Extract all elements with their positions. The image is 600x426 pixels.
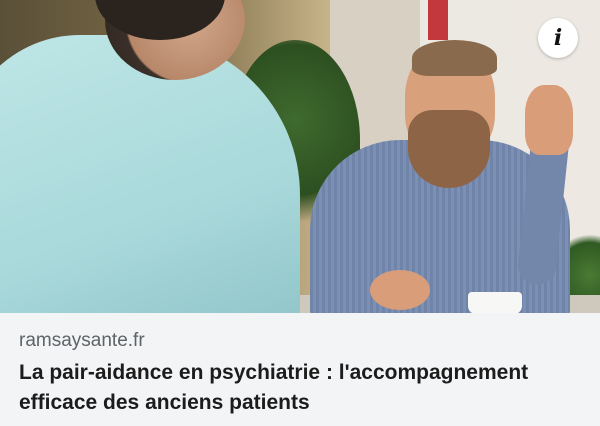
info-button[interactable]: i [538,18,578,58]
background-red-panel [428,0,448,40]
article-meta[interactable]: ramsaysante.fr La pair-aidance en psychi… [0,313,600,426]
man-right-raised-hand [525,85,573,155]
article-card[interactable]: i ramsaysante.fr La pair-aidance en psyc… [0,0,600,426]
article-headline[interactable]: La pair-aidance en psychiatrie : l'accom… [19,358,584,418]
coffee-cup [468,292,522,313]
source-domain: ramsaysante.fr [19,330,145,351]
man-right-beard [408,110,490,188]
man-right-lower-hand [370,270,430,310]
article-thumbnail[interactable]: i [0,0,600,313]
info-icon: i [553,25,563,51]
man-right-hair [412,40,497,76]
